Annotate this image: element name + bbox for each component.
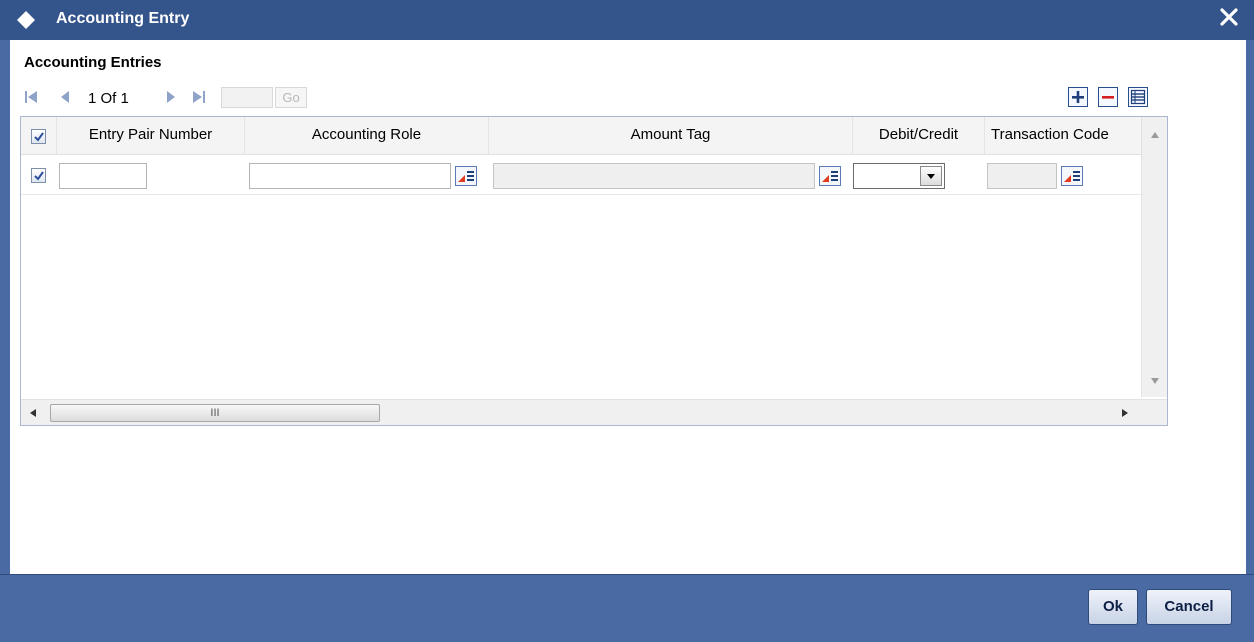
single-view-icon[interactable] — [1128, 87, 1148, 107]
row-checkbox[interactable] — [31, 168, 46, 183]
scroll-right-icon[interactable] — [1121, 408, 1129, 418]
transaction-code-field[interactable] — [987, 163, 1057, 189]
diamond-icon — [17, 11, 35, 29]
select-all-checkbox[interactable] — [31, 129, 46, 144]
go-button[interactable]: Go — [275, 87, 307, 108]
column-header-transaction-code[interactable]: Transaction Code — [985, 117, 1141, 155]
chevron-down-icon[interactable] — [920, 166, 942, 186]
last-page-icon[interactable] — [192, 90, 206, 104]
ok-button[interactable]: Ok — [1088, 589, 1138, 625]
grid-toolbar — [1068, 87, 1168, 107]
delete-row-icon[interactable] — [1098, 87, 1118, 107]
column-header-debit-credit[interactable]: Debit/Credit — [853, 117, 985, 155]
add-row-icon[interactable] — [1068, 87, 1088, 107]
title-bar: Accounting Entry — [0, 0, 1254, 40]
dialog-footer: Ok Cancel — [0, 574, 1254, 642]
page-indicator: 1 Of 1 — [88, 90, 129, 107]
next-page-icon[interactable] — [164, 90, 178, 104]
vertical-scrollbar[interactable] — [1141, 117, 1167, 397]
transaction-code-lov-icon[interactable] — [1061, 166, 1083, 186]
scroll-up-icon[interactable] — [1150, 131, 1160, 139]
accounting-entries-grid: Entry Pair Number Accounting Role Amount… — [20, 116, 1168, 426]
scroll-left-icon[interactable] — [29, 408, 37, 418]
window-title: Accounting Entry — [56, 10, 190, 27]
accounting-role-field[interactable] — [249, 163, 451, 189]
amount-tag-field[interactable] — [493, 163, 815, 189]
horizontal-scrollbar[interactable]: III — [21, 399, 1167, 425]
accounting-role-lov-icon[interactable] — [455, 166, 477, 186]
column-header-accounting-role[interactable]: Accounting Role — [245, 117, 489, 155]
column-header-entry-pair-number[interactable]: Entry Pair Number — [57, 117, 245, 155]
horizontal-scroll-thumb[interactable]: III — [50, 404, 380, 422]
amount-tag-lov-icon[interactable] — [819, 166, 841, 186]
close-icon[interactable] — [1218, 6, 1240, 28]
scroll-down-icon[interactable] — [1150, 377, 1160, 385]
previous-page-icon[interactable] — [58, 90, 72, 104]
grid-header: Entry Pair Number Accounting Role Amount… — [21, 117, 1141, 155]
page-number-input[interactable] — [221, 87, 273, 108]
column-header-amount-tag[interactable]: Amount Tag — [489, 117, 853, 155]
pager: 1 Of 1 Go — [24, 86, 314, 110]
section-title: Accounting Entries — [24, 54, 162, 71]
debit-credit-select[interactable] — [853, 163, 945, 189]
header-select-all-cell — [21, 117, 57, 155]
cancel-button[interactable]: Cancel — [1146, 589, 1232, 625]
first-page-icon[interactable] — [24, 90, 38, 104]
entry-pair-number-field[interactable] — [59, 163, 147, 189]
table-row — [21, 157, 1141, 195]
